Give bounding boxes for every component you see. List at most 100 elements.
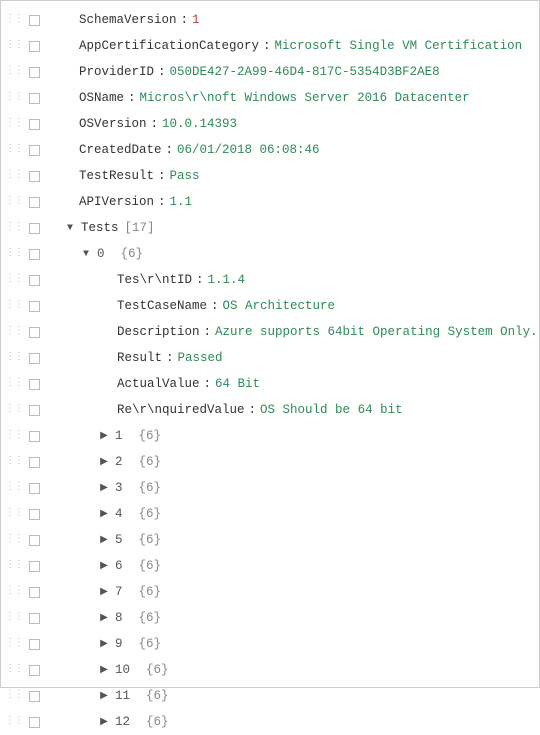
expand-toggle-icon[interactable]: ▶	[97, 612, 111, 624]
row-checkbox[interactable]	[29, 119, 40, 130]
gutter: ⋮⋮	[5, 93, 37, 104]
gutter: ⋮⋮	[5, 145, 37, 156]
drag-handle-icon[interactable]: ⋮⋮	[5, 431, 23, 441]
row-checkbox[interactable]	[29, 587, 40, 598]
gutter: ⋮⋮	[5, 223, 37, 234]
gutter: ⋮⋮	[5, 457, 37, 468]
json-key: Re\r\nquiredValue	[117, 403, 245, 417]
row-checkbox[interactable]	[29, 457, 40, 468]
json-row-tests: ⋮⋮ ▼ Tests [17]	[5, 215, 535, 241]
drag-handle-icon[interactable]: ⋮⋮	[5, 249, 23, 259]
drag-handle-icon[interactable]: ⋮⋮	[5, 561, 23, 571]
row-checkbox[interactable]	[29, 171, 40, 182]
expand-toggle-icon[interactable]: ▶	[97, 638, 111, 650]
object-size: {6}	[121, 247, 144, 261]
json-key: TestResult	[79, 169, 154, 183]
drag-handle-icon[interactable]: ⋮⋮	[5, 639, 23, 649]
row-checkbox[interactable]	[29, 405, 40, 416]
row-checkbox[interactable]	[29, 561, 40, 572]
drag-handle-icon[interactable]: ⋮⋮	[5, 223, 23, 233]
expand-toggle-icon[interactable]: ▶	[97, 586, 111, 598]
drag-handle-icon[interactable]: ⋮⋮	[5, 483, 23, 493]
drag-handle-icon[interactable]: ⋮⋮	[5, 405, 23, 415]
drag-handle-icon[interactable]: ⋮⋮	[5, 379, 23, 389]
row-checkbox[interactable]	[29, 327, 40, 338]
row-checkbox[interactable]	[29, 691, 40, 702]
expand-toggle-icon[interactable]: ▶	[97, 716, 111, 728]
expand-toggle-icon[interactable]: ▶	[97, 456, 111, 468]
expand-toggle-icon[interactable]: ▶	[97, 430, 111, 442]
row-checkbox[interactable]	[29, 639, 40, 650]
json-row-tests-collapsed: ⋮⋮▶3{6}	[5, 475, 535, 501]
drag-handle-icon[interactable]: ⋮⋮	[5, 327, 23, 337]
row-checkbox[interactable]	[29, 223, 40, 234]
drag-handle-icon[interactable]: ⋮⋮	[5, 717, 23, 727]
json-value: Microsoft Single VM Certification	[275, 39, 523, 53]
json-row-appcertcategory: ⋮⋮ AppCertificationCategory : Microsoft …	[5, 33, 535, 59]
gutter: ⋮⋮	[5, 691, 37, 702]
array-index: 9	[115, 637, 123, 651]
json-key: ActualValue	[117, 377, 200, 391]
collapse-toggle-icon[interactable]: ▼	[79, 249, 93, 260]
json-row-tests-collapsed: ⋮⋮▶2{6}	[5, 449, 535, 475]
row-checkbox[interactable]	[29, 41, 40, 52]
drag-handle-icon[interactable]: ⋮⋮	[5, 119, 23, 129]
drag-handle-icon[interactable]: ⋮⋮	[5, 587, 23, 597]
drag-handle-icon[interactable]: ⋮⋮	[5, 197, 23, 207]
expand-toggle-icon[interactable]: ▶	[97, 534, 111, 546]
drag-handle-icon[interactable]: ⋮⋮	[5, 353, 23, 363]
row-checkbox[interactable]	[29, 353, 40, 364]
drag-handle-icon[interactable]: ⋮⋮	[5, 171, 23, 181]
gutter: ⋮⋮	[5, 197, 37, 208]
colon: :	[154, 65, 170, 79]
gutter: ⋮⋮	[5, 483, 37, 494]
expand-toggle-icon[interactable]: ▶	[97, 560, 111, 572]
array-index: 5	[115, 533, 123, 547]
expand-toggle-icon[interactable]: ▶	[97, 482, 111, 494]
colon: :	[200, 377, 216, 391]
row-checkbox[interactable]	[29, 145, 40, 156]
expand-toggle-icon[interactable]: ▶	[97, 664, 111, 676]
json-key: OSVersion	[79, 117, 147, 131]
row-checkbox[interactable]	[29, 301, 40, 312]
json-row-requiredvalue: ⋮⋮ Re\r\nquiredValue : OS Should be 64 b…	[5, 397, 535, 423]
drag-handle-icon[interactable]: ⋮⋮	[5, 93, 23, 103]
drag-handle-icon[interactable]: ⋮⋮	[5, 15, 23, 25]
gutter: ⋮⋮	[5, 639, 37, 650]
row-checkbox[interactable]	[29, 665, 40, 676]
drag-handle-icon[interactable]: ⋮⋮	[5, 275, 23, 285]
row-checkbox[interactable]	[29, 431, 40, 442]
row-checkbox[interactable]	[29, 67, 40, 78]
drag-handle-icon[interactable]: ⋮⋮	[5, 691, 23, 701]
drag-handle-icon[interactable]: ⋮⋮	[5, 457, 23, 467]
colon: :	[207, 299, 223, 313]
json-value: 64 Bit	[215, 377, 260, 391]
row-checkbox[interactable]	[29, 249, 40, 260]
expand-toggle-icon[interactable]: ▶	[97, 690, 111, 702]
drag-handle-icon[interactable]: ⋮⋮	[5, 535, 23, 545]
object-size: {6}	[139, 507, 162, 521]
drag-handle-icon[interactable]: ⋮⋮	[5, 145, 23, 155]
row-checkbox[interactable]	[29, 509, 40, 520]
row-checkbox[interactable]	[29, 613, 40, 624]
expand-toggle-icon[interactable]: ▶	[97, 508, 111, 520]
drag-handle-icon[interactable]: ⋮⋮	[5, 509, 23, 519]
drag-handle-icon[interactable]: ⋮⋮	[5, 67, 23, 77]
row-checkbox[interactable]	[29, 197, 40, 208]
row-checkbox[interactable]	[29, 717, 40, 728]
object-size: {6}	[139, 481, 162, 495]
array-index: 11	[115, 689, 130, 703]
row-checkbox[interactable]	[29, 93, 40, 104]
drag-handle-icon[interactable]: ⋮⋮	[5, 301, 23, 311]
gutter: ⋮⋮	[5, 431, 37, 442]
drag-handle-icon[interactable]: ⋮⋮	[5, 613, 23, 623]
row-checkbox[interactable]	[29, 275, 40, 286]
row-checkbox[interactable]	[29, 483, 40, 494]
row-checkbox[interactable]	[29, 535, 40, 546]
drag-handle-icon[interactable]: ⋮⋮	[5, 665, 23, 675]
row-checkbox[interactable]	[29, 15, 40, 26]
drag-handle-icon[interactable]: ⋮⋮	[5, 41, 23, 51]
gutter: ⋮⋮	[5, 67, 37, 78]
collapse-toggle-icon[interactable]: ▼	[63, 223, 77, 234]
row-checkbox[interactable]	[29, 379, 40, 390]
